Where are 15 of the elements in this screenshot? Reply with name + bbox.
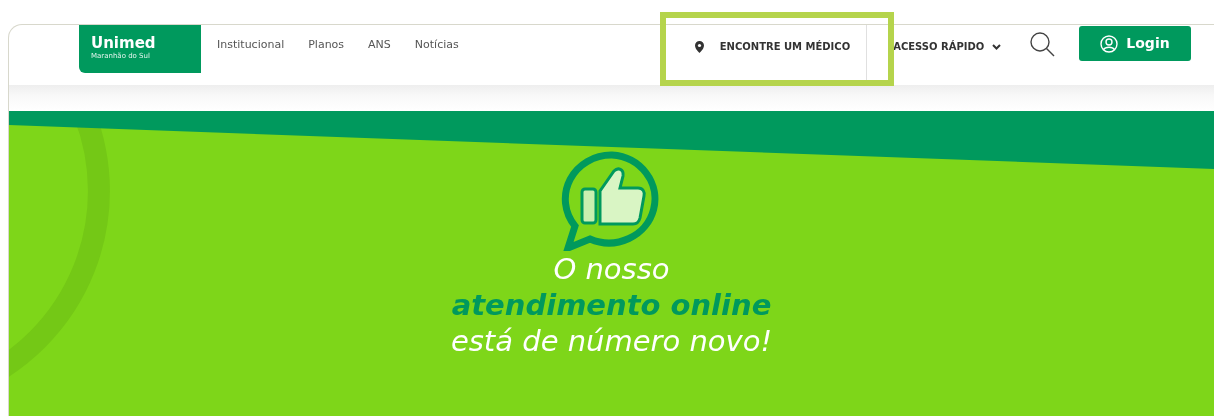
logo-name: Unimed <box>91 36 157 52</box>
nav-link[interactable]: Notícias <box>414 37 459 54</box>
nav-link[interactable]: ANS <box>368 37 391 54</box>
headline-text: está de número novo! <box>450 323 773 359</box>
headline-text: O nosso <box>553 251 670 287</box>
chevron-down-icon <box>992 43 1002 50</box>
user-icon <box>1100 34 1119 53</box>
quick-access-dropdown[interactable]: ACESSO RÁPIDO <box>893 39 1002 54</box>
nav-link[interactable]: Institucional <box>217 37 285 54</box>
login-button[interactable]: Login <box>1079 26 1191 61</box>
search-icon[interactable] <box>1029 31 1056 57</box>
find-doctor-link[interactable]: ENCONTRE UM MÉDICO <box>694 39 851 54</box>
nav-link[interactable]: Planos <box>308 37 345 54</box>
headline-text: atendimento online <box>451 287 772 323</box>
map-pin-icon <box>694 40 704 53</box>
